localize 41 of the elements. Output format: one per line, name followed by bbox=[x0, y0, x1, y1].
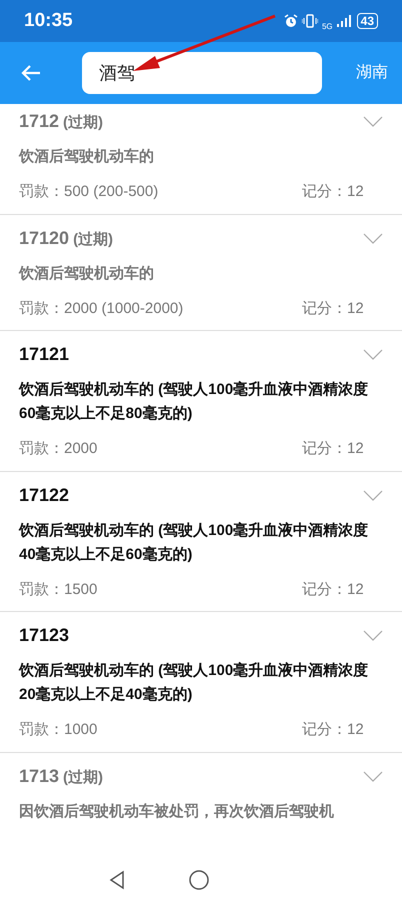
chevron-down-icon[interactable] bbox=[363, 490, 383, 500]
chevron-down-icon[interactable] bbox=[363, 232, 383, 244]
expired-tag: (过期) bbox=[63, 766, 104, 789]
chevron-down-icon[interactable] bbox=[363, 116, 383, 127]
expired-tag: (过期) bbox=[73, 228, 114, 251]
violation-description: 饮酒后驾驶机动车的 (驾驶人100毫升血液中酒精浓度60毫克以上不足80毫克的) bbox=[19, 380, 370, 424]
penalty-points: 记分：12 bbox=[302, 182, 364, 202]
violation-code: 1713 bbox=[19, 764, 60, 788]
violation-code: 17123 bbox=[19, 624, 70, 647]
chevron-down-icon[interactable] bbox=[363, 770, 383, 782]
back-arrow-icon bbox=[21, 64, 41, 82]
penalty-points: 记分：12 bbox=[302, 720, 364, 740]
vibrate-icon bbox=[302, 14, 318, 28]
signal-icon bbox=[336, 15, 351, 27]
penalty-points: 记分：12 bbox=[302, 439, 364, 459]
search-field[interactable]: 酒驾 bbox=[82, 52, 322, 94]
alarm-icon bbox=[284, 14, 298, 28]
violation-code: 17122 bbox=[19, 484, 70, 506]
violation-code: 1712 bbox=[19, 110, 60, 133]
violation-description: 饮酒后驾驶机动车的 (驾驶人100毫升血液中酒精浓度40毫克以上不足60毫克的) bbox=[19, 520, 370, 564]
fine-amount: 罚款：2000 (1000-2000) bbox=[19, 298, 184, 318]
back-nav-icon[interactable] bbox=[109, 870, 125, 890]
home-nav-icon[interactable] bbox=[189, 870, 209, 890]
battery-indicator: 43 bbox=[356, 13, 378, 29]
fine-amount: 罚款：1000 bbox=[19, 720, 98, 740]
network-label: 5G bbox=[322, 23, 333, 31]
penalty-points: 记分：12 bbox=[302, 580, 364, 600]
status-time: 10:35 bbox=[24, 8, 73, 33]
violation-description: 饮酒后驾驶机动车的 bbox=[19, 264, 155, 284]
violation-code: 17121 bbox=[19, 343, 70, 366]
fine-amount: 罚款：1500 bbox=[19, 580, 98, 600]
expired-tag: (过期) bbox=[63, 112, 104, 134]
fine-amount: 罚款：500 (200-500) bbox=[19, 182, 160, 202]
chevron-down-icon[interactable] bbox=[363, 630, 383, 641]
violation-code: 17120 bbox=[19, 226, 70, 250]
violation-description: 饮酒后驾驶机动车的 (驾驶人100毫升血液中酒精浓度20毫克以上不足40毫克的) bbox=[19, 660, 370, 705]
chevron-down-icon[interactable] bbox=[363, 349, 383, 360]
violation-description: 因饮酒后驾驶机动车被处罚，再次饮酒后驾驶机 bbox=[19, 802, 335, 822]
violation-description: 饮酒后驾驶机动车的 bbox=[19, 147, 155, 167]
fine-amount: 罚款：2000 bbox=[19, 439, 98, 459]
penalty-points: 记分：12 bbox=[302, 298, 364, 318]
